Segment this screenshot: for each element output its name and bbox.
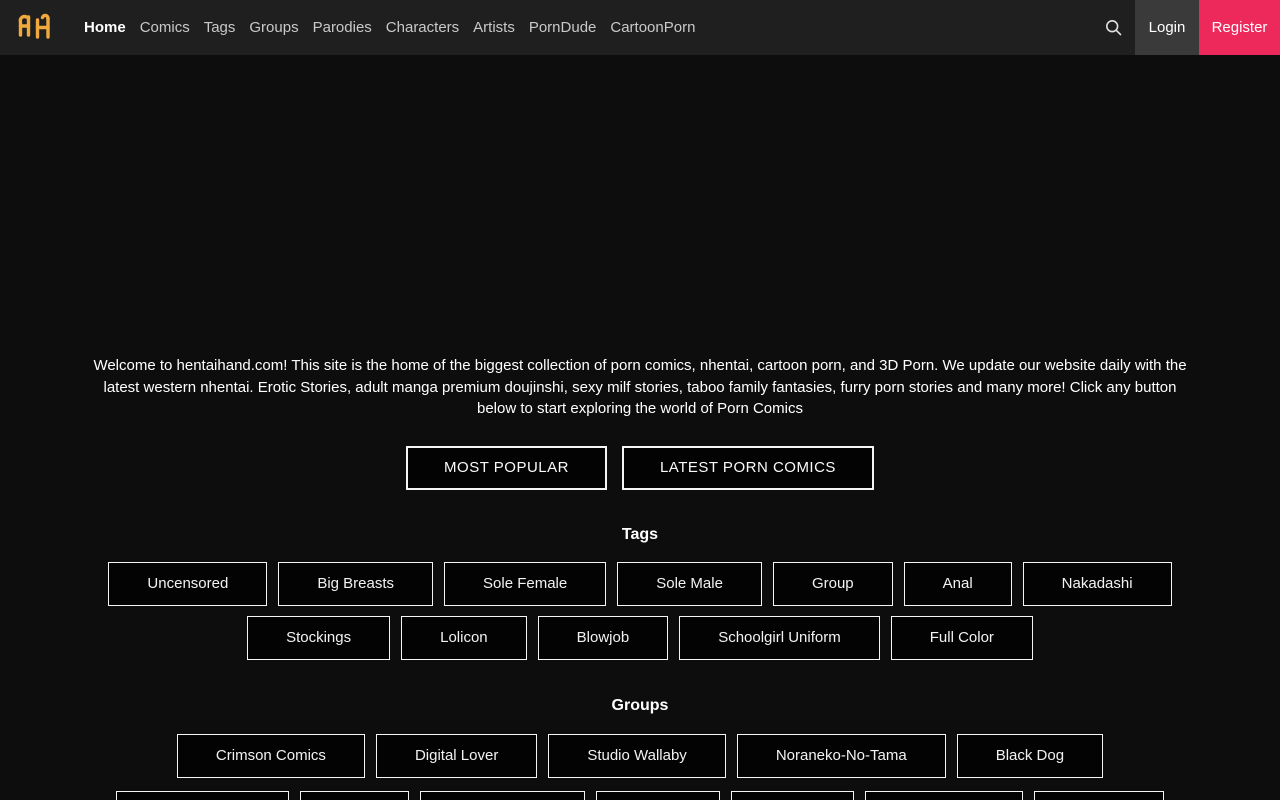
- cta-row: MOST POPULAR LATEST PORN COMICS: [0, 445, 1280, 490]
- group-button-partial[interactable]: [865, 790, 1023, 800]
- group-button-crimson-comics[interactable]: Crimson Comics: [176, 733, 365, 778]
- register-button[interactable]: Register: [1199, 0, 1280, 55]
- nav-item-groups[interactable]: Groups: [249, 19, 298, 36]
- group-button-black-dog[interactable]: Black Dog: [956, 733, 1104, 778]
- tags-row-2: Stockings Lolicon Blowjob Schoolgirl Uni…: [0, 615, 1280, 660]
- welcome-text: Welcome to hentaihand.com! This site is …: [93, 357, 1187, 417]
- main-content: Welcome to hentaihand.com! This site is …: [0, 355, 1280, 800]
- tag-button-blowjob[interactable]: Blowjob: [537, 615, 669, 660]
- group-button-noraneko-no-tama[interactable]: Noraneko-No-Tama: [736, 733, 946, 778]
- group-button-partial[interactable]: [596, 790, 720, 800]
- nav-item-tags[interactable]: Tags: [204, 19, 236, 36]
- most-popular-button[interactable]: MOST POPULAR: [406, 445, 607, 490]
- nav-item-characters[interactable]: Characters: [386, 19, 459, 36]
- nav-item-home[interactable]: Home: [84, 19, 126, 36]
- group-button-partial[interactable]: [731, 790, 854, 800]
- login-button[interactable]: Login: [1135, 0, 1199, 55]
- tag-button-lolicon[interactable]: Lolicon: [401, 615, 527, 660]
- latest-porn-comics-button[interactable]: LATEST PORN COMICS: [621, 445, 874, 490]
- group-button-studio-wallaby[interactable]: Studio Wallaby: [548, 733, 726, 778]
- group-button-digital-lover[interactable]: Digital Lover: [375, 733, 538, 778]
- tags-heading: Tags: [621, 525, 659, 543]
- group-button-partial[interactable]: [116, 790, 289, 800]
- group-button-partial[interactable]: [420, 790, 585, 800]
- nav-item-artists[interactable]: Artists: [473, 19, 515, 36]
- tag-button-big-breasts[interactable]: Big Breasts: [278, 561, 434, 606]
- search-button[interactable]: [1091, 0, 1135, 55]
- tag-button-full-color[interactable]: Full Color: [890, 615, 1033, 660]
- groups-row-partial: [0, 790, 1280, 800]
- tags-row-1: Uncensored Big Breasts Sole Female Sole …: [0, 561, 1280, 606]
- groups-row-1: Crimson Comics Digital Lover Studio Wall…: [0, 733, 1280, 778]
- tag-button-stockings[interactable]: Stockings: [247, 615, 391, 660]
- group-button-partial[interactable]: [1034, 790, 1164, 800]
- top-navbar: Home Comics Tags Groups Parodies Charact…: [0, 0, 1280, 55]
- tag-button-schoolgirl-uniform[interactable]: Schoolgirl Uniform: [679, 615, 880, 660]
- nav-item-comics[interactable]: Comics: [140, 19, 190, 36]
- nav-item-porndude[interactable]: PornDude: [529, 19, 597, 36]
- tag-button-uncensored[interactable]: Uncensored: [108, 561, 268, 606]
- nav-item-parodies[interactable]: Parodies: [313, 19, 372, 36]
- tag-button-group[interactable]: Group: [772, 561, 893, 606]
- nav-item-cartoonporn[interactable]: CartoonPorn: [610, 19, 695, 36]
- search-icon: [1105, 19, 1121, 36]
- tag-button-sole-male[interactable]: Sole Male: [617, 561, 762, 606]
- groups-heading: Groups: [611, 696, 669, 714]
- group-button-partial[interactable]: [300, 790, 409, 800]
- navbar-right: Login Register: [1091, 0, 1280, 55]
- tag-button-sole-female[interactable]: Sole Female: [444, 561, 607, 606]
- tag-button-anal[interactable]: Anal: [903, 561, 1012, 606]
- main-nav: Home Comics Tags Groups Parodies Charact…: [84, 19, 695, 36]
- site-logo[interactable]: [14, 10, 54, 46]
- hh-logo-icon: [18, 13, 50, 39]
- tag-button-nakadashi[interactable]: Nakadashi: [1022, 561, 1172, 606]
